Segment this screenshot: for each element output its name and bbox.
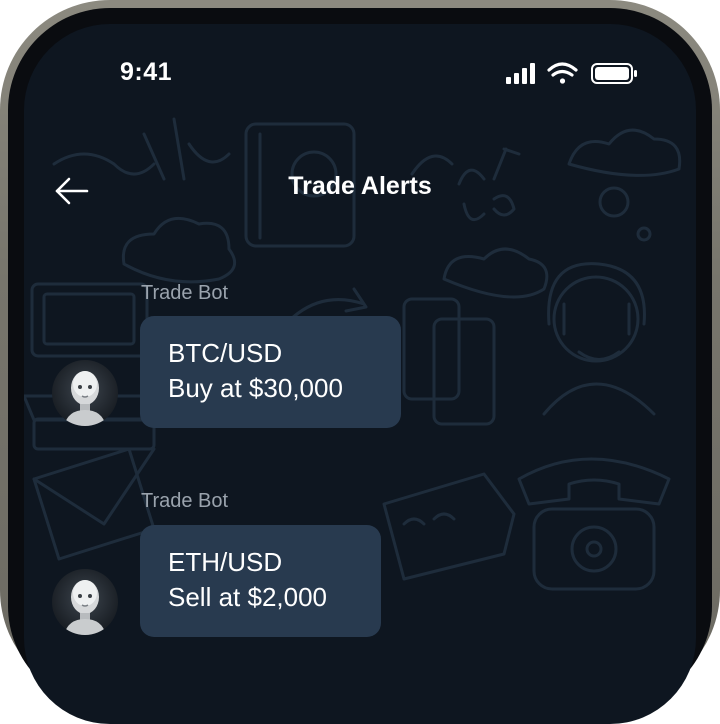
battery-icon bbox=[591, 63, 637, 84]
page-title: Trade Alerts bbox=[288, 172, 432, 200]
message-sender: Trade Bot bbox=[141, 282, 229, 304]
status-icons bbox=[506, 62, 637, 84]
robot-avatar[interactable] bbox=[52, 360, 118, 426]
robot-face-icon bbox=[64, 580, 106, 635]
robot-avatar[interactable] bbox=[52, 569, 118, 635]
wifi-icon bbox=[547, 62, 578, 84]
message-sender: Trade Bot bbox=[141, 490, 229, 512]
robot-face-icon bbox=[64, 371, 106, 426]
message-bubble[interactable]: ETH/USD Sell at $2,000 bbox=[140, 525, 381, 637]
message-pair: BTC/USD bbox=[168, 338, 283, 368]
message-action: Buy at $30,000 bbox=[168, 373, 343, 403]
message-bubble[interactable]: BTC/USD Buy at $30,000 bbox=[140, 316, 401, 428]
message-pair: ETH/USD bbox=[168, 547, 283, 577]
chat-screen: 9:41 Trade Alerts Trade Bot BTC/USD Buy … bbox=[24, 24, 696, 724]
message-action: Sell at $2,000 bbox=[168, 582, 328, 612]
cellular-signal-icon bbox=[506, 63, 535, 84]
status-time: 9:41 bbox=[120, 58, 173, 86]
